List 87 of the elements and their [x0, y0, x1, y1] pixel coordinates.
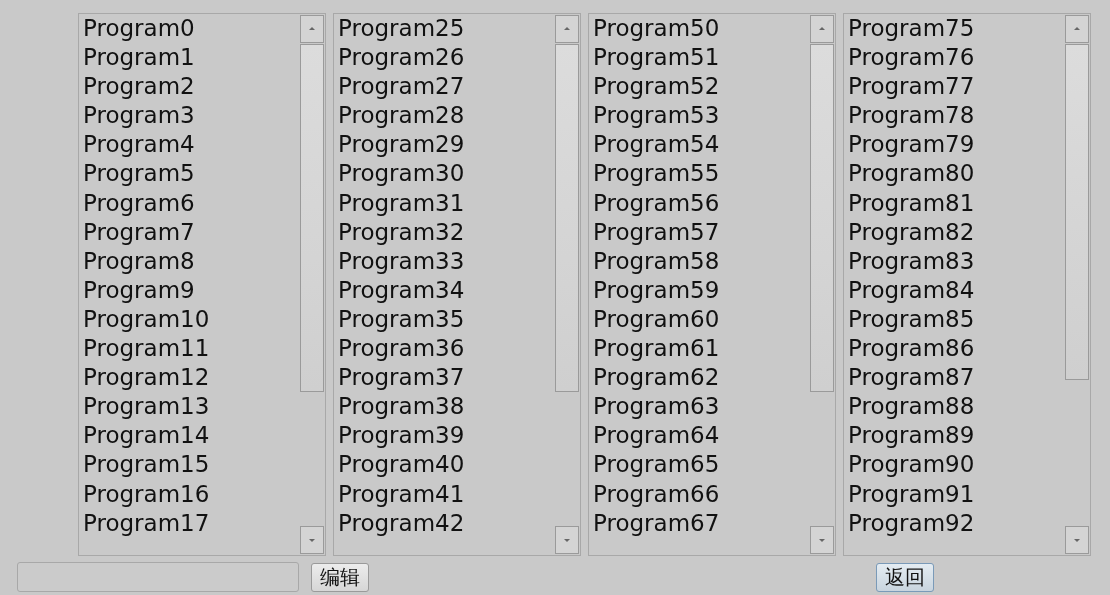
list-item[interactable]: Program86: [848, 334, 1064, 364]
list-item[interactable]: Program60: [593, 304, 809, 335]
list-item[interactable]: Program5: [83, 159, 299, 189]
list-item[interactable]: Program79: [848, 130, 1064, 160]
scroll-thumb[interactable]: [1065, 44, 1089, 380]
list-item[interactable]: Program63: [593, 392, 809, 422]
list-item[interactable]: Program67: [593, 508, 809, 538]
list-item[interactable]: Program13: [83, 392, 299, 422]
list-item[interactable]: Program89: [848, 421, 1064, 451]
list-item[interactable]: Program78: [848, 101, 1064, 131]
list-item[interactable]: Program9: [83, 275, 299, 305]
list-item[interactable]: Program62: [593, 363, 809, 393]
list-item[interactable]: Program37: [338, 363, 554, 393]
list-item[interactable]: Program8: [83, 246, 299, 276]
scroll-down-button[interactable]: [555, 526, 579, 554]
list-item[interactable]: Program7: [83, 217, 299, 247]
list-item[interactable]: Program55: [593, 159, 809, 189]
list-item[interactable]: Program11: [83, 334, 299, 364]
list-item[interactable]: Program30: [338, 159, 554, 189]
list-item[interactable]: Program12: [83, 363, 299, 393]
list-item[interactable]: Program39: [338, 421, 554, 451]
scroll-thumb[interactable]: [300, 44, 324, 392]
scroll-up-button[interactable]: [555, 15, 579, 43]
list-item[interactable]: Program16: [83, 479, 299, 509]
list-item[interactable]: Program6: [83, 188, 299, 218]
list-item[interactable]: Program54: [593, 130, 809, 160]
list-item[interactable]: Program82: [848, 217, 1064, 247]
list-item[interactable]: Program76: [848, 43, 1064, 73]
list-item[interactable]: Program51: [593, 43, 809, 73]
list-item[interactable]: Program87: [848, 363, 1064, 393]
list-item[interactable]: Program27: [338, 72, 554, 102]
list-item[interactable]: Program31: [338, 188, 554, 218]
scroll-up-button[interactable]: [810, 15, 834, 43]
list-item[interactable]: Program28: [338, 101, 554, 131]
list-item[interactable]: Program29: [338, 130, 554, 160]
list-item[interactable]: Program57: [593, 217, 809, 247]
list-item[interactable]: Program84: [848, 275, 1064, 305]
list-item[interactable]: Program40: [338, 450, 554, 480]
list-item[interactable]: Program14: [83, 421, 299, 451]
scroll-thumb[interactable]: [555, 44, 579, 392]
input-field[interactable]: [17, 562, 299, 592]
scroll-down-button[interactable]: [1065, 526, 1089, 554]
list-item[interactable]: Program64: [593, 421, 809, 451]
list-item[interactable]: Program85: [848, 304, 1064, 335]
list-item[interactable]: Program83: [848, 246, 1064, 276]
list-item[interactable]: Program56: [593, 188, 809, 218]
list-item[interactable]: Program32: [338, 217, 554, 247]
list-item[interactable]: Program61: [593, 334, 809, 364]
list-item[interactable]: Program52: [593, 72, 809, 102]
scroll-thumb[interactable]: [810, 44, 834, 392]
list-item[interactable]: Program36: [338, 334, 554, 364]
list-item[interactable]: Program80: [848, 159, 1064, 189]
list-item[interactable]: Program0: [83, 14, 299, 44]
list-item[interactable]: Program33: [338, 246, 554, 276]
list-item[interactable]: Program91: [848, 479, 1064, 509]
list-item[interactable]: Program92: [848, 508, 1064, 538]
list-item[interactable]: Program17: [83, 508, 299, 538]
list-item[interactable]: Program34: [338, 275, 554, 305]
list-item[interactable]: Program58: [593, 246, 809, 276]
list-item[interactable]: Program59: [593, 275, 809, 305]
list-item[interactable]: Program88: [848, 392, 1064, 422]
list-item[interactable]: Program15: [83, 450, 299, 480]
list-item[interactable]: Program1: [83, 43, 299, 73]
scroll-down-button[interactable]: [810, 526, 834, 554]
list-item[interactable]: Program81: [848, 188, 1064, 218]
list-item[interactable]: Program25: [338, 14, 554, 44]
list-item[interactable]: Program50: [593, 14, 809, 44]
scroll-up-button[interactable]: [1065, 15, 1089, 43]
list-item[interactable]: Program35: [338, 304, 554, 335]
list-item[interactable]: Program4: [83, 130, 299, 160]
list-item[interactable]: Program65: [593, 450, 809, 480]
list-item[interactable]: Program90: [848, 450, 1064, 480]
list-item[interactable]: Program10: [83, 304, 299, 335]
list-item[interactable]: Program42: [338, 508, 554, 538]
list-item[interactable]: Program53: [593, 101, 809, 131]
scroll-up-button[interactable]: [300, 15, 324, 43]
list-item[interactable]: Program66: [593, 479, 809, 509]
scroll-down-button[interactable]: [300, 526, 324, 554]
list-item[interactable]: Program75: [848, 14, 1064, 44]
back-button[interactable]: 返回: [876, 562, 934, 592]
edit-button[interactable]: 编辑: [311, 562, 369, 592]
list-item[interactable]: Program2: [83, 72, 299, 102]
list-item[interactable]: Program77: [848, 72, 1064, 102]
list-item[interactable]: Program26: [338, 43, 554, 73]
list-item[interactable]: Program3: [83, 101, 299, 131]
list-item[interactable]: Program41: [338, 479, 554, 509]
list-item[interactable]: Program38: [338, 392, 554, 422]
